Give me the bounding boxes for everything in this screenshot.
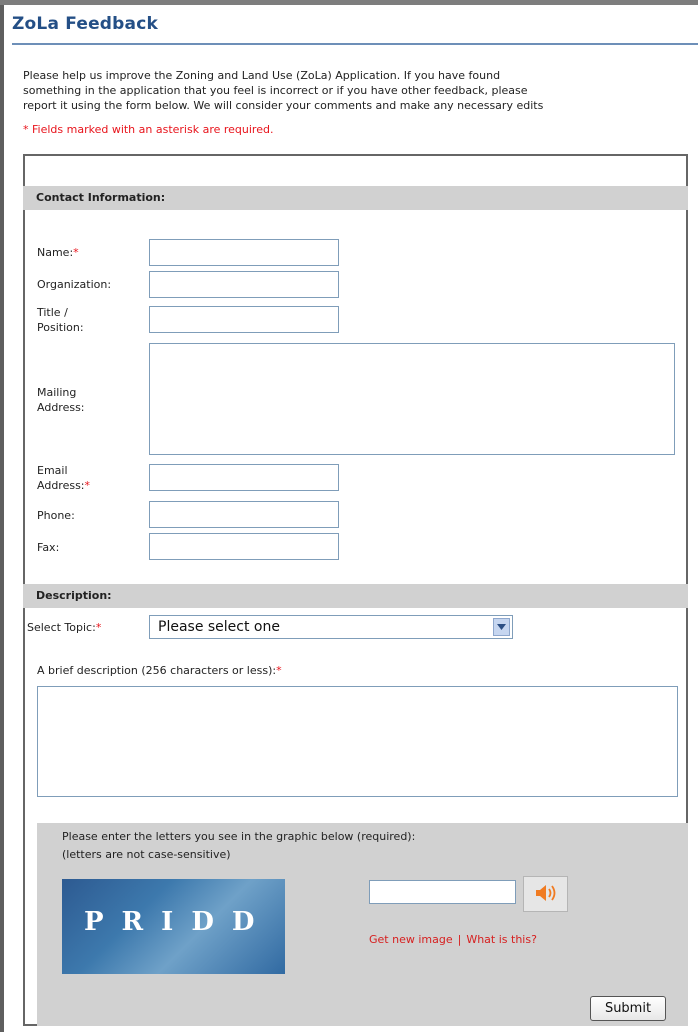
captcha-links: Get new image | What is this?: [369, 933, 537, 946]
page-title: ZoLa Feedback: [12, 14, 159, 34]
brief-description-textarea[interactable]: [37, 686, 678, 797]
title-position-label: Title / Position:: [37, 306, 84, 334]
required-fields-note: * Fields marked with an asterisk are req…: [23, 123, 274, 136]
captcha-input[interactable]: [369, 880, 516, 904]
window-frame-left: [0, 0, 4, 1032]
name-label: Name:*: [37, 246, 79, 259]
window-frame-top: [0, 0, 698, 5]
intro-line: something in the application that you fe…: [23, 84, 528, 97]
phone-label: Phone:: [37, 509, 75, 522]
mailing-address-textarea[interactable]: [149, 343, 675, 455]
description-heading: Description:: [23, 584, 688, 608]
organization-label: Organization:: [37, 278, 112, 291]
link-separator: |: [457, 933, 462, 946]
title-position-input[interactable]: [149, 306, 339, 333]
phone-input[interactable]: [149, 501, 339, 528]
select-topic-label: Select Topic:*: [27, 621, 102, 634]
captcha-letters: PRIDD: [84, 907, 273, 937]
fax-label: Fax:: [37, 541, 60, 554]
speaker-icon: [533, 882, 559, 907]
submit-button[interactable]: Submit: [590, 996, 666, 1021]
what-is-this-link[interactable]: What is this?: [466, 933, 537, 946]
email-address-label: Email Address:*: [37, 464, 91, 492]
intro-text: Please help us improve the Zoning and La…: [23, 68, 698, 113]
intro-line: report it using the form below. We will …: [23, 99, 544, 112]
email-address-input[interactable]: [149, 464, 339, 491]
topic-select[interactable]: Please select one: [149, 615, 513, 639]
organization-input[interactable]: [149, 271, 339, 298]
mailing-address-label: Mailing Address:: [37, 386, 85, 414]
fax-input[interactable]: [149, 533, 339, 560]
get-new-image-link[interactable]: Get new image: [369, 933, 453, 946]
brief-description-label: A brief description (256 characters or l…: [37, 664, 282, 677]
captcha-instructions: Please enter the letters you see in the …: [62, 830, 416, 861]
contact-information-heading: Contact Information:: [23, 186, 688, 210]
name-input[interactable]: [149, 239, 339, 266]
audio-captcha-button[interactable]: [523, 876, 568, 912]
title-divider: [12, 43, 698, 45]
intro-line: Please help us improve the Zoning and La…: [23, 69, 501, 82]
captcha-image: PRIDD: [62, 879, 285, 974]
chevron-down-icon[interactable]: [493, 618, 510, 636]
topic-select-value: Please select one: [158, 619, 280, 635]
